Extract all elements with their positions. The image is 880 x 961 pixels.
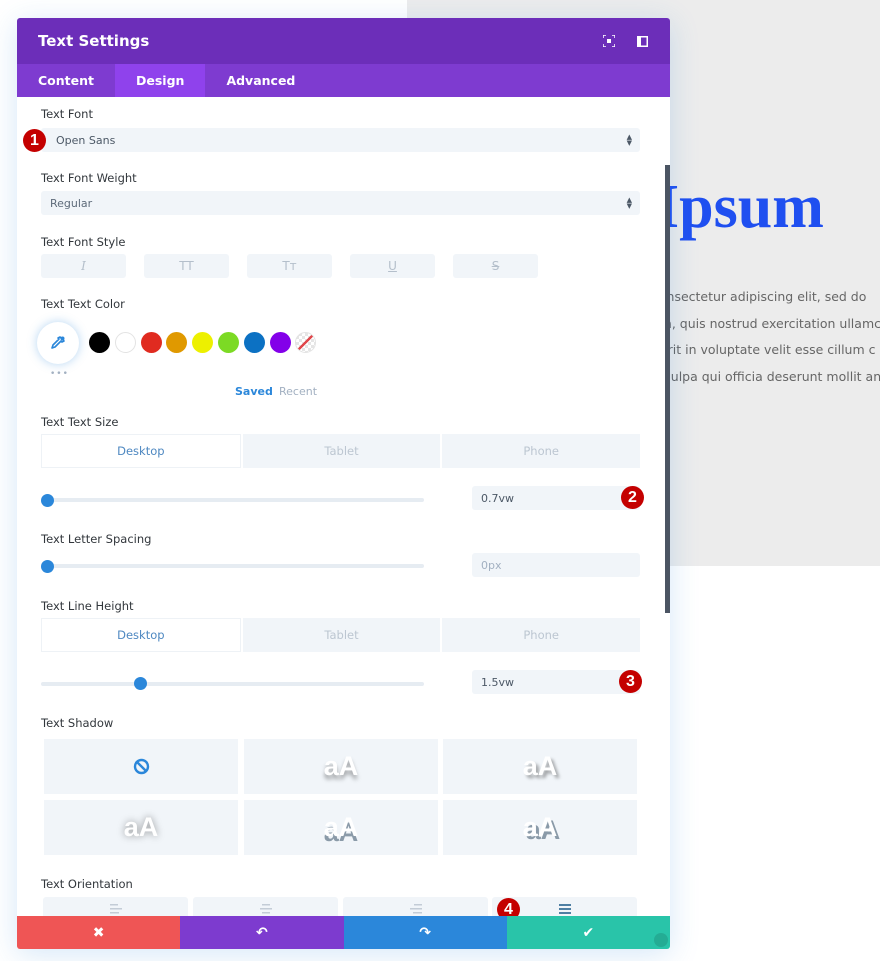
- text-font-weight-select[interactable]: Regular ▲ ▼: [41, 191, 640, 215]
- design-settings-panel: Text Font Open Sans ▲ ▼ 1 Text Font Weigh…: [17, 97, 670, 921]
- step-badge-3: 3: [619, 670, 642, 693]
- text-settings-modal: Text Settings Content Design Advanced Te…: [17, 18, 670, 949]
- shadow-option-4[interactable]: aA: [244, 800, 438, 855]
- color-swatch[interactable]: [166, 332, 188, 353]
- eyedropper-icon: [51, 336, 65, 349]
- check-icon: ✔: [582, 924, 595, 941]
- text-font-weight-value: Regular: [50, 196, 93, 210]
- line-height-slider-handle[interactable]: [133, 677, 147, 690]
- letter-spacing-slider-handle[interactable]: [41, 560, 54, 573]
- tab-design[interactable]: Design: [115, 64, 206, 97]
- saved-colors-tab[interactable]: Saved: [235, 385, 273, 398]
- text-font-value: Open Sans: [56, 133, 116, 147]
- underline-button[interactable]: U: [350, 254, 435, 278]
- shadow-option-1[interactable]: aA: [244, 739, 438, 794]
- color-swatch[interactable]: [295, 332, 317, 353]
- capitalize-button[interactable]: Tт: [247, 254, 332, 278]
- modal-header[interactable]: Text Settings: [17, 18, 670, 64]
- shadow-option-3[interactable]: aA: [44, 800, 238, 855]
- line-height-device-tabs: Desktop Tablet Phone: [41, 618, 641, 652]
- letter-spacing-input[interactable]: 0px: [472, 553, 640, 577]
- color-swatch[interactable]: [218, 332, 239, 353]
- text-font-label: Text Font: [41, 107, 93, 121]
- color-swatch[interactable]: [140, 332, 162, 353]
- text-font-style-label: Text Font Style: [41, 235, 126, 249]
- text-size-slider[interactable]: [41, 498, 424, 502]
- italic-button[interactable]: I: [41, 254, 126, 278]
- shadow-option-5[interactable]: aA: [443, 800, 637, 855]
- fullscreen-icon[interactable]: [602, 34, 616, 48]
- color-swatch[interactable]: [269, 332, 291, 353]
- align-justify-icon: [558, 904, 571, 914]
- tab-advanced[interactable]: Advanced: [205, 64, 316, 97]
- text-size-label: Text Text Size: [41, 415, 119, 429]
- preview-line: n culpa qui officia deserunt mollit an: [652, 368, 880, 384]
- tab-content[interactable]: Content: [17, 64, 115, 97]
- more-colors-button[interactable]: •••: [50, 369, 69, 379]
- italic-icon: I: [81, 259, 86, 273]
- device-tab-phone[interactable]: Phone: [442, 618, 641, 652]
- modal-title: Text Settings: [38, 32, 150, 50]
- preview-line: am, quis nostrud exercitation ullamc: [652, 315, 880, 331]
- color-swatch[interactable]: [192, 332, 214, 353]
- redo-icon: ↷: [419, 924, 431, 941]
- step-badge-1: 1: [23, 129, 46, 152]
- text-shadow-label: Text Shadow: [41, 716, 114, 730]
- align-left-icon: [109, 904, 122, 914]
- align-center-icon: [259, 904, 272, 914]
- capitalize-icon: Tт: [282, 259, 297, 273]
- line-height-slider[interactable]: [41, 682, 424, 686]
- preview-line: consectetur adipiscing elit, sed do: [652, 289, 867, 304]
- uppercase-icon: TT: [179, 259, 194, 273]
- text-font-select[interactable]: Open Sans ▲ ▼: [41, 128, 640, 152]
- preview-body-text: consectetur adipiscing elit, sed do am, …: [652, 284, 880, 390]
- modal-scrollbar[interactable]: [665, 165, 670, 613]
- letter-spacing-label: Text Letter Spacing: [41, 532, 152, 546]
- text-size-input[interactable]: 0.7vw: [472, 486, 640, 510]
- select-arrows-icon: ▲ ▼: [626, 196, 632, 210]
- resize-handle[interactable]: [654, 933, 668, 947]
- recent-colors-tab[interactable]: Recent: [279, 385, 317, 398]
- save-button[interactable]: ✔: [506, 916, 670, 949]
- line-height-input[interactable]: 1.5vw: [472, 670, 640, 694]
- underline-icon: U: [388, 259, 397, 273]
- modal-footer: ✖ ↶ ↷ ✔: [17, 916, 670, 949]
- text-size-device-tabs: Desktop Tablet Phone: [41, 434, 641, 468]
- undo-button[interactable]: ↶: [180, 916, 344, 949]
- preview-line: derit in voluptate velit esse cillum c: [652, 342, 876, 357]
- color-swatch[interactable]: [114, 332, 136, 353]
- uppercase-button[interactable]: TT: [144, 254, 229, 278]
- discard-button[interactable]: ✖: [17, 916, 181, 949]
- device-tab-desktop[interactable]: Desktop: [41, 618, 241, 652]
- close-icon: ✖: [92, 924, 105, 941]
- text-size-slider-handle[interactable]: [41, 494, 54, 507]
- step-badge-2: 2: [621, 486, 644, 509]
- device-tab-phone[interactable]: Phone: [442, 434, 641, 468]
- shadow-option-2[interactable]: aA: [443, 739, 637, 794]
- device-tab-tablet[interactable]: Tablet: [242, 434, 441, 468]
- line-height-label: Text Line Height: [41, 599, 134, 613]
- redo-button[interactable]: ↷: [343, 916, 507, 949]
- no-shadow-icon: [133, 758, 149, 775]
- device-tab-tablet[interactable]: Tablet: [242, 618, 441, 652]
- undo-icon: ↶: [256, 924, 268, 941]
- device-tab-desktop[interactable]: Desktop: [41, 434, 241, 468]
- letter-spacing-slider[interactable]: [41, 564, 424, 568]
- shadow-option-none[interactable]: [44, 739, 238, 794]
- color-swatch[interactable]: [243, 332, 265, 353]
- color-picker-button[interactable]: [37, 322, 79, 364]
- text-orientation-label: Text Orientation: [41, 877, 133, 891]
- select-arrows-icon: ▲ ▼: [626, 133, 632, 147]
- strikethrough-icon: S: [491, 259, 500, 273]
- text-font-weight-label: Text Font Weight: [41, 171, 137, 185]
- strikethrough-button[interactable]: S: [453, 254, 538, 278]
- sidebar-toggle-icon[interactable]: [635, 34, 649, 48]
- modal-tabs: Content Design Advanced: [17, 64, 670, 97]
- text-color-label: Text Text Color: [41, 297, 125, 311]
- align-right-icon: [409, 904, 422, 914]
- color-swatch[interactable]: [89, 332, 110, 353]
